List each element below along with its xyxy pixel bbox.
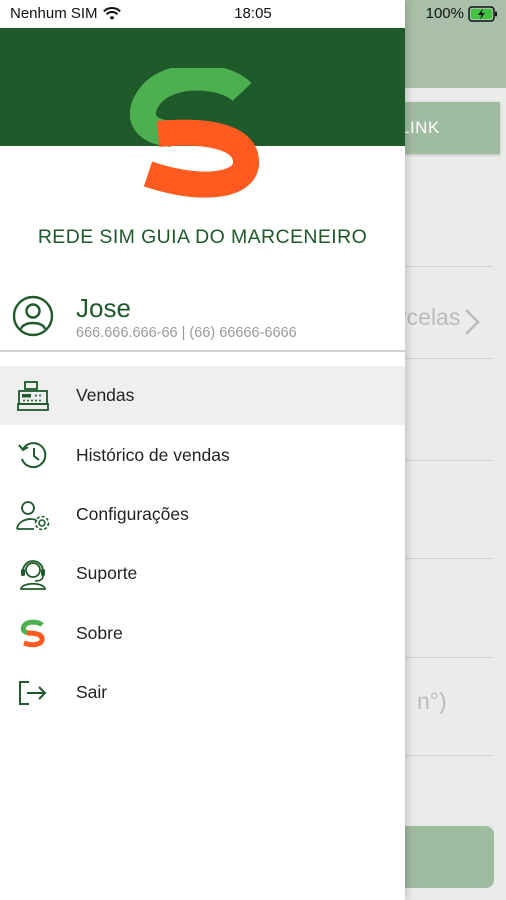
divider (405, 266, 493, 267)
user-name: Jose (76, 293, 131, 323)
numero-field[interactable]: n°) (405, 688, 506, 724)
history-icon (18, 442, 47, 469)
menu-item-sair[interactable]: Sair (0, 663, 405, 722)
user-profile[interactable]: Jose 666.666.666-66 | (66) 66666-6666 (0, 290, 405, 352)
chevron-right-icon (465, 309, 480, 335)
menu-item-label: Sobre (76, 622, 123, 643)
user-avatar-icon (12, 295, 54, 337)
battery-group: 100% (426, 5, 498, 22)
status-bar: Nenhum SIM 18:05 100% (0, 0, 506, 28)
link-button[interactable]: LINK (405, 102, 500, 154)
link-button-label: LINK (405, 118, 440, 137)
menu-item-label: Suporte (76, 563, 138, 584)
divider (405, 755, 493, 756)
menu-item-label: Vendas (76, 385, 135, 406)
navigation-drawer: REDE SIM GUIA DO MARCENEIRO Jose 666.666… (0, 0, 405, 900)
menu-item-label: Sair (76, 682, 108, 703)
battery-percent: 100% (425, 5, 464, 22)
background-screen: LINK rcelas n°) (405, 0, 506, 900)
background-body (405, 88, 506, 900)
numero-text: n°) (417, 688, 447, 714)
cash-register-icon (17, 381, 49, 411)
brand-title: REDE SIM GUIA DO MARCENEIRO (37, 226, 368, 248)
drawer-menu: Vendas Histórico de vendas Configurações (0, 366, 405, 722)
menu-item-label: Histórico de vendas (76, 444, 230, 465)
divider (405, 657, 493, 658)
menu-item-sobre[interactable]: Sobre (0, 604, 405, 663)
divider (405, 460, 493, 461)
battery-charging-icon (468, 5, 497, 22)
logout-icon (19, 680, 47, 705)
brand-logo-icon (130, 68, 259, 198)
divider (405, 558, 493, 559)
support-headset-icon (19, 560, 47, 591)
divider (405, 358, 493, 359)
parcelas-text: rcelas (405, 304, 461, 330)
menu-item-suporte[interactable]: Suporte (0, 544, 405, 603)
menu-item-vendas[interactable]: Vendas (0, 366, 405, 426)
parcelas-field[interactable]: rcelas (405, 304, 506, 340)
menu-item-historico-de-vendas[interactable]: Histórico de vendas (0, 425, 405, 484)
bottom-action-button[interactable] (405, 826, 494, 888)
menu-item-configuracoes[interactable]: Configurações (0, 485, 405, 544)
user-info: 666.666.666-66 | (66) 66666-6666 (76, 325, 297, 341)
brand-logo-icon (20, 619, 45, 647)
user-settings-icon (16, 500, 50, 531)
menu-item-label: Configurações (76, 503, 189, 524)
